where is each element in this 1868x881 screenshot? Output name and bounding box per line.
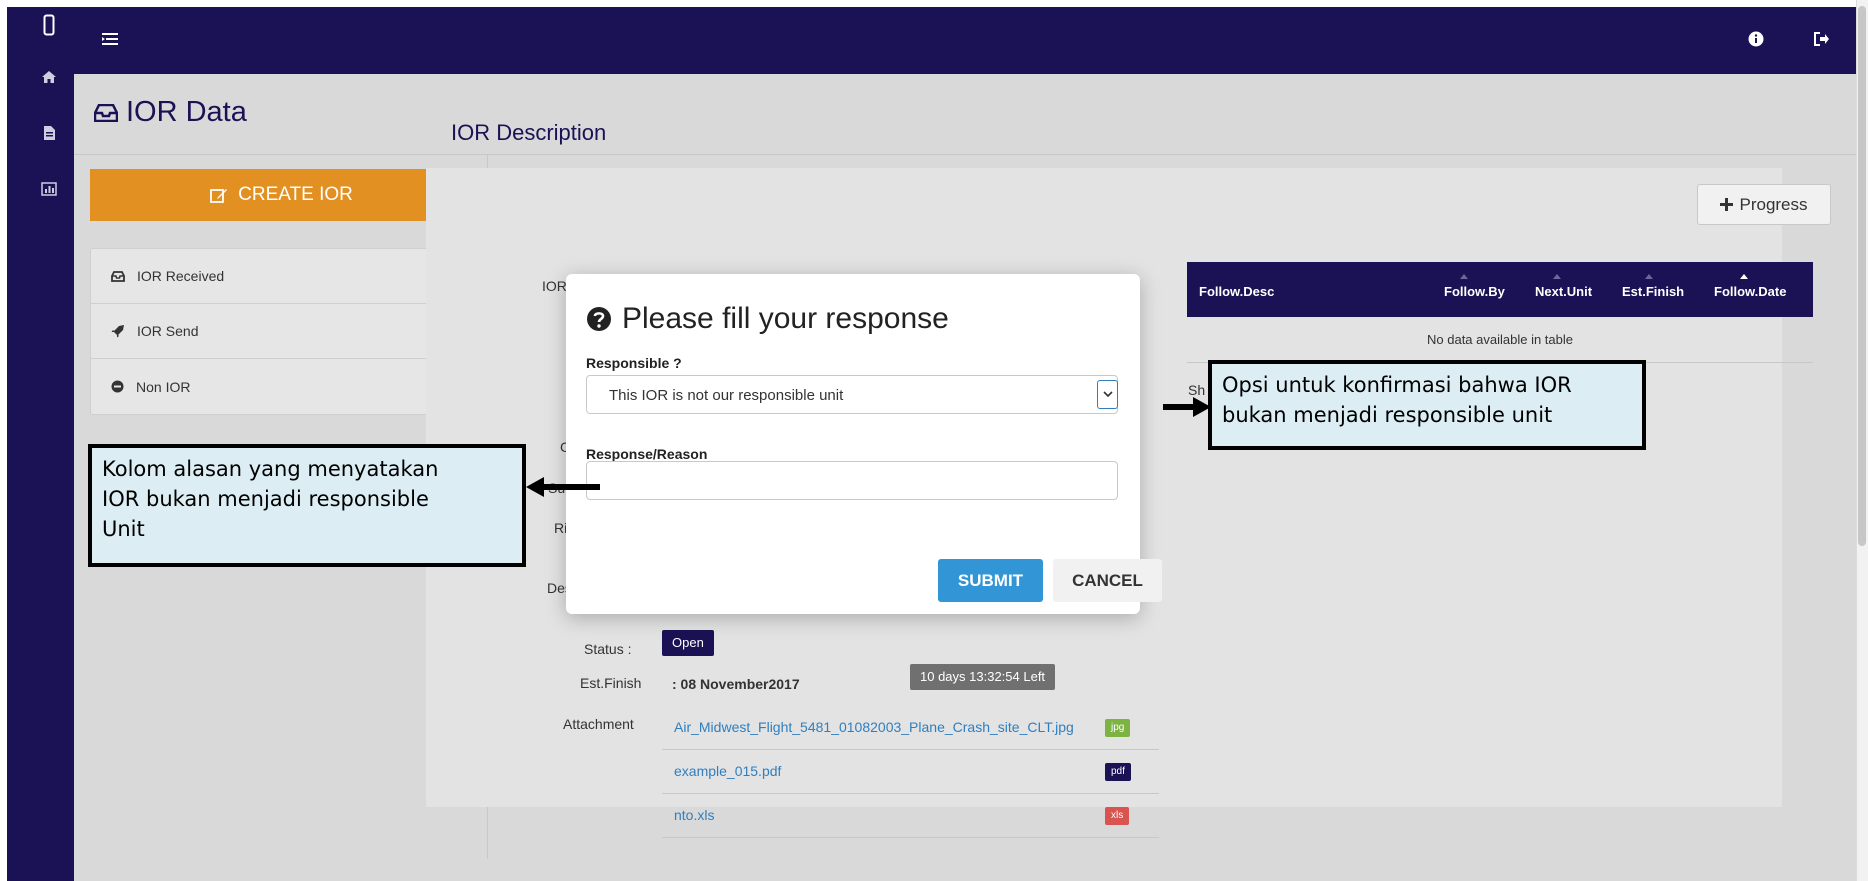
- countdown-badge: 10 days 13:32:54 Left: [910, 664, 1056, 690]
- file-type-badge: xls: [1105, 807, 1130, 825]
- chart-icon[interactable]: [39, 179, 59, 199]
- toggle-menu-icon[interactable]: [98, 27, 122, 51]
- scrollbar-thumb[interactable]: [1858, 6, 1866, 546]
- sort-icon: [1460, 274, 1468, 279]
- ior-menu: IOR Received IOR Send Non IOR: [90, 248, 473, 415]
- responsible-select[interactable]: This IOR is not our responsible unit: [586, 375, 1118, 414]
- screen-frame: IOR Data CREATE IOR IOR Received IOR Sen…: [0, 0, 1868, 881]
- sort-icon: [1553, 274, 1561, 279]
- menu-item-non-ior[interactable]: Non IOR: [91, 359, 472, 414]
- callout-line: Opsi untuk konfirmasi bahwa IOR: [1222, 373, 1572, 397]
- menu-item-label: IOR Send: [137, 323, 199, 339]
- column-est-finish[interactable]: Est.Finish: [1622, 284, 1684, 299]
- title-divider: [74, 154, 1856, 155]
- sort-ascending-icon: [1740, 274, 1748, 279]
- create-ior-label: CREATE IOR: [238, 184, 353, 205]
- menu-item-ior-received[interactable]: IOR Received: [91, 249, 472, 304]
- callout-line: Kolom alasan yang menyatakan: [102, 457, 439, 481]
- response-modal: Please fill your response Responsible ? …: [566, 274, 1162, 614]
- create-ior-button[interactable]: CREATE IOR: [90, 169, 473, 221]
- question-circle-icon: [586, 306, 612, 332]
- inbox-icon: [111, 270, 125, 282]
- column-follow-date[interactable]: Follow.Date: [1714, 284, 1786, 299]
- top-navbar: [74, 7, 1856, 74]
- edit-icon: [210, 187, 228, 203]
- sort-icon: [1645, 274, 1653, 279]
- list-item: example_015.pdf pdf: [662, 750, 1159, 794]
- est-finish-label: Est.Finish: [580, 675, 642, 691]
- info-icon[interactable]: [1744, 27, 1768, 51]
- responsible-select-value: This IOR is not our responsible unit: [609, 387, 844, 404]
- chevron-down-icon[interactable]: [1097, 380, 1118, 409]
- callout-arrow-left: [526, 477, 600, 497]
- menu-item-label: Non IOR: [136, 378, 191, 395]
- modal-title: Please fill your response: [586, 302, 949, 336]
- attachment-list: Air_Midwest_Flight_5481_01082003_Plane_C…: [662, 706, 1159, 853]
- responsible-label: Responsible ?: [586, 355, 682, 371]
- sidebar: [7, 7, 74, 881]
- home-icon[interactable]: [39, 67, 59, 87]
- callout-arrow-right: [1163, 397, 1211, 417]
- page-title: IOR Data: [94, 96, 247, 129]
- attachment-link[interactable]: example_015.pdf: [674, 763, 781, 779]
- follow-table-empty: No data available in table: [1187, 317, 1813, 363]
- rocket-icon: [111, 324, 125, 338]
- callout-responsible-option: Opsi untuk konfirmasi bahwa IOR bukan me…: [1208, 360, 1646, 450]
- callout-line: IOR bukan menjadi responsible: [102, 487, 429, 511]
- cancel-button[interactable]: CANCEL: [1053, 559, 1162, 602]
- menu-item-label: IOR Received: [137, 268, 225, 284]
- column-follow-by[interactable]: Follow.By: [1444, 284, 1505, 299]
- plus-icon: [1720, 198, 1734, 211]
- submit-button[interactable]: SUBMIT: [938, 559, 1043, 602]
- attachment-link[interactable]: nto.xls: [674, 807, 714, 823]
- logo-icon[interactable]: [39, 14, 59, 36]
- menu-item-ior-send[interactable]: IOR Send: [91, 304, 472, 359]
- document-icon[interactable]: [39, 123, 59, 143]
- list-item: nto.xls xls: [662, 794, 1159, 838]
- file-type-badge: pdf: [1105, 763, 1131, 781]
- page-title-text: IOR Data: [126, 96, 247, 128]
- progress-label: Progress: [1739, 194, 1808, 214]
- attachment-label: Attachment: [563, 716, 634, 732]
- callout-line: Unit: [102, 517, 145, 541]
- progress-button[interactable]: Progress: [1697, 184, 1831, 225]
- est-finish-value: : 08 November2017: [672, 676, 800, 692]
- follow-table-header: Follow.Desc Follow.By Next.Unit Est.Fini…: [1187, 262, 1813, 317]
- attachment-link[interactable]: Air_Midwest_Flight_5481_01082003_Plane_C…: [674, 719, 1074, 735]
- callout-reason-field: Kolom alasan yang menyatakan IOR bukan m…: [88, 444, 526, 567]
- reason-label: Response/Reason: [586, 446, 708, 462]
- column-follow-desc[interactable]: Follow.Desc: [1199, 284, 1274, 299]
- status-badge: Open: [662, 630, 714, 656]
- list-item: Air_Midwest_Flight_5481_01082003_Plane_C…: [662, 706, 1159, 750]
- reason-input[interactable]: [586, 461, 1118, 500]
- file-type-badge: jpg: [1105, 719, 1131, 737]
- section-title: IOR Description: [451, 120, 607, 145]
- callout-line: bukan menjadi responsible unit: [1222, 403, 1553, 427]
- inbox-icon: [94, 103, 118, 122]
- logout-icon[interactable]: [1810, 27, 1834, 51]
- column-next-unit[interactable]: Next.Unit: [1535, 284, 1592, 299]
- minus-circle-icon: [111, 380, 124, 393]
- status-label: Status :: [584, 641, 632, 657]
- modal-title-text: Please fill your response: [622, 302, 949, 335]
